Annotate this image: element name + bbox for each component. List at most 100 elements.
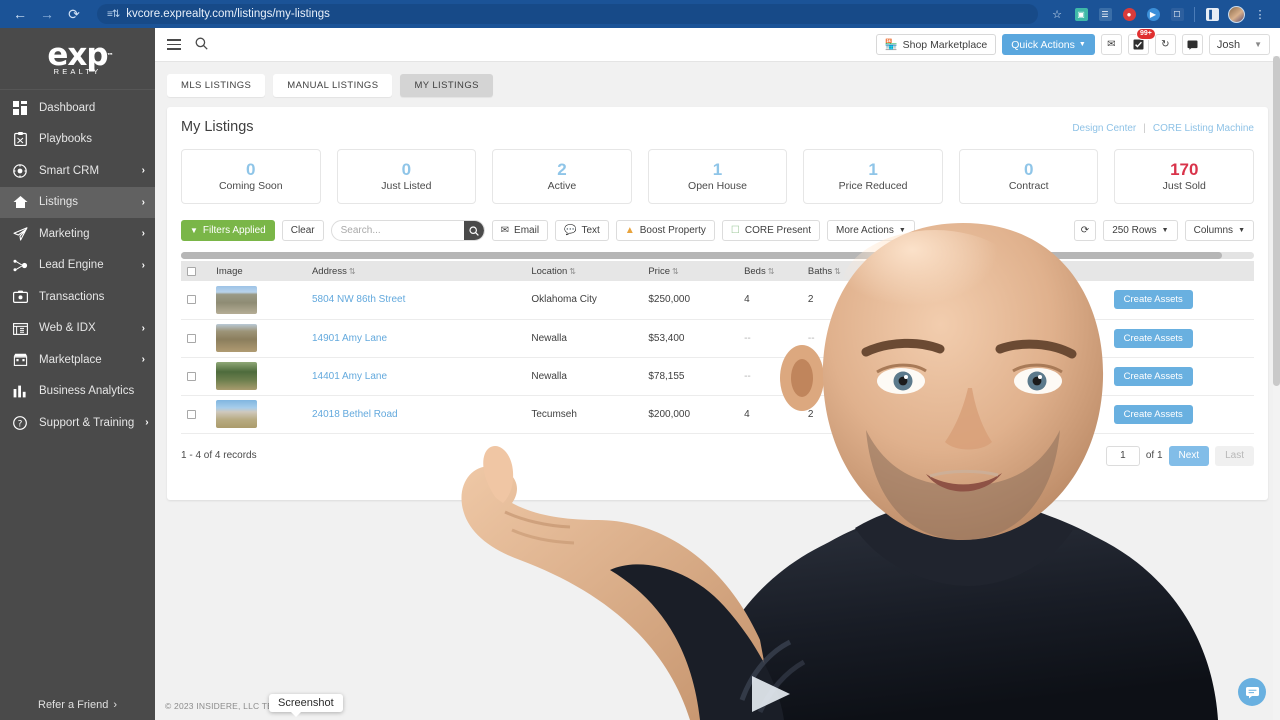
next-page-button[interactable]: Next bbox=[1168, 445, 1210, 466]
view-assets-button[interactable]: View Assets bbox=[994, 404, 1062, 424]
stat-card-contract[interactable]: 0 Contract bbox=[958, 149, 1099, 204]
sidebar-item-playbooks[interactable]: Playbooks bbox=[0, 124, 155, 156]
boost-property-button[interactable]: ▲ Boost Property bbox=[615, 220, 715, 241]
row-create-assets-cell: Create Assets bbox=[1107, 319, 1254, 358]
stat-card-open-house[interactable]: 1 Open House bbox=[647, 149, 788, 204]
listing-address-link[interactable]: 14401 Amy Lane bbox=[312, 371, 387, 382]
row-checkbox[interactable] bbox=[187, 333, 196, 343]
kebab-menu-icon[interactable]: ⋮ bbox=[1250, 4, 1270, 24]
listing-address-link[interactable]: 14901 Amy Lane bbox=[312, 333, 387, 344]
create-assets-button[interactable]: Create Assets bbox=[1113, 328, 1193, 348]
forward-arrow-icon[interactable]: → bbox=[35, 2, 59, 26]
sidebar-item-transactions[interactable]: Transactions bbox=[0, 281, 155, 313]
table-row[interactable]: 5804 NW 86th Street Oklahoma City $250,0… bbox=[181, 281, 1254, 320]
shop-marketplace-button[interactable]: 🏪 Shop Marketplace bbox=[875, 34, 997, 55]
sidebar-item-lead-engine[interactable]: Lead Engine › bbox=[0, 250, 155, 282]
tasks-checkbox-icon[interactable]: 99+ bbox=[1127, 28, 1156, 55]
column-header-listing-date[interactable]: Listing Date ↓↑ bbox=[865, 261, 988, 281]
row-select-cell[interactable] bbox=[181, 357, 211, 396]
chat-icon[interactable] bbox=[1181, 34, 1203, 55]
design-center-link[interactable]: Design Center bbox=[1072, 123, 1136, 134]
sidebar-item-business-analytics[interactable]: Business Analytics bbox=[0, 376, 155, 408]
table-horizontal-scrollbar[interactable] bbox=[181, 252, 1254, 259]
search-icon[interactable] bbox=[463, 221, 484, 240]
last-page-button[interactable]: Last bbox=[1215, 445, 1254, 466]
hamburger-icon[interactable] bbox=[167, 39, 181, 50]
sidebar-item-support-training[interactable]: ? Support & Training › bbox=[0, 407, 155, 439]
sidebar-item-listings[interactable]: Listings › bbox=[0, 186, 155, 218]
listing-address-link[interactable]: 5804 NW 86th Street bbox=[312, 294, 405, 305]
column-header-baths[interactable]: Baths ⇅ bbox=[801, 261, 866, 281]
column-header-location[interactable]: Location ⇅ bbox=[525, 261, 643, 281]
stat-card-price-reduced[interactable]: 1 Price Reduced bbox=[803, 149, 943, 204]
view-assets-button[interactable]: View Assets bbox=[994, 328, 1062, 348]
table-row[interactable]: 24018 Bethel Road Tecumseh $200,000 4 2 … bbox=[181, 395, 1254, 434]
listing-address-link[interactable]: 24018 Bethel Road bbox=[312, 409, 398, 420]
select-all-header[interactable] bbox=[181, 261, 211, 281]
column-header-price[interactable]: Price ⇅ bbox=[642, 261, 739, 281]
stat-card-just-listed[interactable]: 0 Just Listed bbox=[336, 149, 477, 204]
stat-card-coming-soon[interactable]: 0 Coming Soon bbox=[181, 149, 321, 204]
stat-value: 2 bbox=[557, 160, 567, 179]
reload-icon[interactable]: ⟳ bbox=[62, 2, 86, 26]
column-header-address[interactable]: Address ⇅ bbox=[305, 261, 526, 281]
core-listing-machine-link[interactable]: CORE Listing Machine bbox=[1153, 123, 1254, 134]
tab-manual-listings[interactable]: MANUAL LISTINGS bbox=[273, 74, 393, 97]
create-assets-button[interactable]: Create Assets bbox=[1113, 366, 1193, 386]
back-arrow-icon[interactable]: ← bbox=[8, 2, 32, 26]
columns-select[interactable]: Columns ▼ bbox=[1184, 220, 1254, 241]
user-menu[interactable]: Josh ▼ bbox=[1208, 34, 1270, 55]
envelope-icon[interactable]: ✉ bbox=[1100, 34, 1122, 55]
tab-mls-listings[interactable]: MLS LISTINGS bbox=[167, 74, 266, 97]
view-assets-button[interactable]: View Assets bbox=[994, 290, 1062, 310]
rows-per-page-select[interactable]: 250 Rows ▼ bbox=[1103, 220, 1178, 241]
core-present-button[interactable]: ☐ CORE Present bbox=[721, 220, 821, 241]
row-checkbox[interactable] bbox=[187, 295, 196, 305]
sidebar-item-web-idx[interactable]: Web & IDX › bbox=[0, 313, 155, 345]
table-row[interactable]: 14901 Amy Lane Newalla $53,400 -- -- 09/… bbox=[181, 319, 1254, 358]
text-button[interactable]: 💬 Text bbox=[555, 220, 609, 241]
sidebar-item-marketing[interactable]: Marketing › bbox=[0, 218, 155, 250]
row-checkbox[interactable] bbox=[187, 409, 196, 419]
clipboard-extension-icon[interactable]: ☐ bbox=[1167, 4, 1187, 24]
stat-card-just-sold[interactable]: 170 Just Sold bbox=[1114, 149, 1255, 204]
stat-card-active[interactable]: 2 Active bbox=[492, 149, 632, 204]
sidebar-item-smart-crm[interactable]: Smart CRM › bbox=[0, 155, 155, 187]
site-settings-icon[interactable]: ≡⇅ bbox=[107, 9, 120, 20]
filters-applied-button[interactable]: ▼ Filters Applied bbox=[181, 220, 275, 241]
create-assets-button[interactable]: Create Assets bbox=[1113, 290, 1193, 310]
sidebar-item-dashboard[interactable]: Dashboard bbox=[0, 92, 155, 124]
more-actions-button[interactable]: More Actions ▼ bbox=[827, 220, 915, 241]
exp-realty-logo[interactable]: exp ™ REALTY bbox=[0, 28, 155, 90]
table-row[interactable]: 14401 Amy Lane Newalla $78,155 -- -- 08/… bbox=[181, 357, 1254, 396]
row-select-cell[interactable] bbox=[181, 395, 211, 434]
media-extension-icon[interactable]: ▶ bbox=[1143, 4, 1163, 24]
select-all-checkbox[interactable] bbox=[187, 266, 196, 276]
search-icon[interactable] bbox=[195, 37, 208, 53]
row-checkbox[interactable] bbox=[187, 371, 196, 381]
avatar[interactable] bbox=[1226, 4, 1246, 24]
create-assets-button[interactable]: Create Assets bbox=[1113, 404, 1193, 424]
refresh-icon[interactable]: ⟳ bbox=[1073, 220, 1097, 241]
address-bar[interactable]: ≡⇅ kvcore.exprealty.com/listings/my-list… bbox=[97, 4, 1038, 24]
page-scrollbar[interactable] bbox=[1273, 56, 1280, 720]
refer-a-friend-link[interactable]: Refer a Friend › bbox=[0, 690, 155, 720]
quick-actions-button[interactable]: Quick Actions ▼ bbox=[1002, 34, 1095, 55]
toolbar-extension-icon[interactable]: ☰ bbox=[1095, 4, 1115, 24]
clock-history-icon[interactable]: ↻ bbox=[1154, 34, 1176, 55]
record-extension-icon[interactable]: ● bbox=[1119, 4, 1139, 24]
split-view-icon[interactable]: ▌ bbox=[1202, 4, 1222, 24]
chat-bubble-icon[interactable] bbox=[1238, 678, 1266, 706]
star-icon[interactable]: ☆ bbox=[1047, 4, 1067, 24]
screenshot-extension-icon[interactable]: ▣ bbox=[1071, 4, 1091, 24]
sidebar-item-marketplace[interactable]: Marketplace › bbox=[0, 344, 155, 376]
row-select-cell[interactable] bbox=[181, 281, 211, 320]
email-button[interactable]: ✉ Email bbox=[491, 220, 549, 241]
view-assets-button[interactable]: View Assets bbox=[994, 366, 1062, 386]
search-input[interactable] bbox=[331, 225, 464, 236]
clear-filters-button[interactable]: Clear bbox=[281, 220, 324, 241]
tab-my-listings[interactable]: MY LISTINGS bbox=[400, 74, 493, 97]
column-header-beds[interactable]: Beds ⇅ bbox=[738, 261, 802, 281]
row-select-cell[interactable] bbox=[181, 319, 211, 358]
page-number-input[interactable] bbox=[1105, 445, 1140, 466]
